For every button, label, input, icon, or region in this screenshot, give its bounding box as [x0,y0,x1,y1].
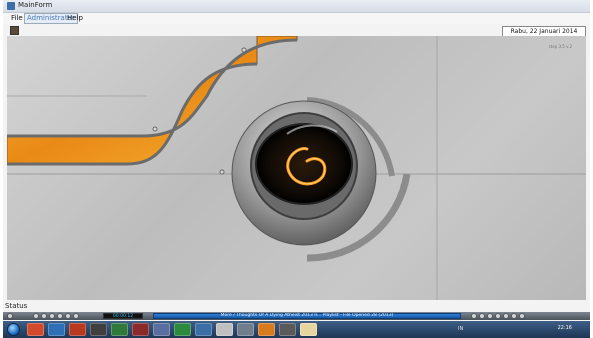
taskbar-app-14[interactable] [300,323,317,336]
taskbar-app-10[interactable] [216,323,233,336]
repeat-icon[interactable] [479,313,485,319]
close-player-icon[interactable] [519,313,525,319]
eq-icon[interactable] [495,313,501,319]
taskbar-app-9[interactable] [195,323,212,336]
taskbar-app-7[interactable] [153,323,170,336]
steel-art [7,36,586,300]
next-icon[interactable] [65,313,71,319]
play-icon[interactable] [41,313,47,319]
menu-help[interactable]: Help [65,14,85,23]
taskbar-app-12[interactable] [258,323,275,336]
taskbar-app-13[interactable] [279,323,296,336]
player-seekbar[interactable]: More / Thoughts Of A Dying Atheist 2013 … [153,313,461,319]
taskbar-app-8[interactable] [174,323,191,336]
lens [255,123,353,205]
toolbar [3,25,590,35]
taskbar-app-2[interactable] [48,323,65,336]
stop-icon[interactable] [57,313,63,319]
shuffle-icon[interactable] [471,313,477,319]
language-indicator[interactable]: IN [458,326,463,332]
window-title: MainForm [18,1,53,9]
start-button[interactable] [7,323,20,336]
pause-icon[interactable] [49,313,55,319]
canvas-corner-label: step 3.5 v.2 [548,44,572,49]
taskbar-app-1[interactable] [27,323,44,336]
mute-icon[interactable] [511,313,517,319]
taskbar-clock[interactable]: 22:16 [558,325,572,331]
status-bar-text: Status [5,302,28,310]
eject-icon[interactable] [73,313,79,319]
title-bar[interactable]: MainForm [3,0,590,13]
taskbar-app-6[interactable] [132,323,149,336]
player-time: 00:00:12 [103,313,143,319]
now-playing: More / Thoughts Of A Dying Atheist 2013 … [220,313,394,318]
player-menu-icon[interactable] [7,313,13,319]
taskbar-app-4[interactable] [90,323,107,336]
taskbar-app-5[interactable] [111,323,128,336]
media-player-bar: 00:00:12 More / Thoughts Of A Dying Athe… [3,312,590,320]
prev-icon[interactable] [33,313,39,319]
volume-icon[interactable] [503,313,509,319]
menu-file[interactable]: File [9,14,25,23]
taskbar-app-11[interactable] [237,323,254,336]
taskbar-app-3[interactable] [69,323,86,336]
app-icon [7,2,15,10]
background-canvas: step 3.5 v.2 [7,36,586,300]
menu-bar: File Administrator Help Rabu, 22 Januari… [3,13,590,44]
main-window: MainForm File Administrator Help Rabu, 2… [3,0,590,338]
playlist-icon[interactable] [487,313,493,319]
toolbar-icon[interactable] [10,26,19,35]
taskbar: IN 22:16 [3,321,590,338]
